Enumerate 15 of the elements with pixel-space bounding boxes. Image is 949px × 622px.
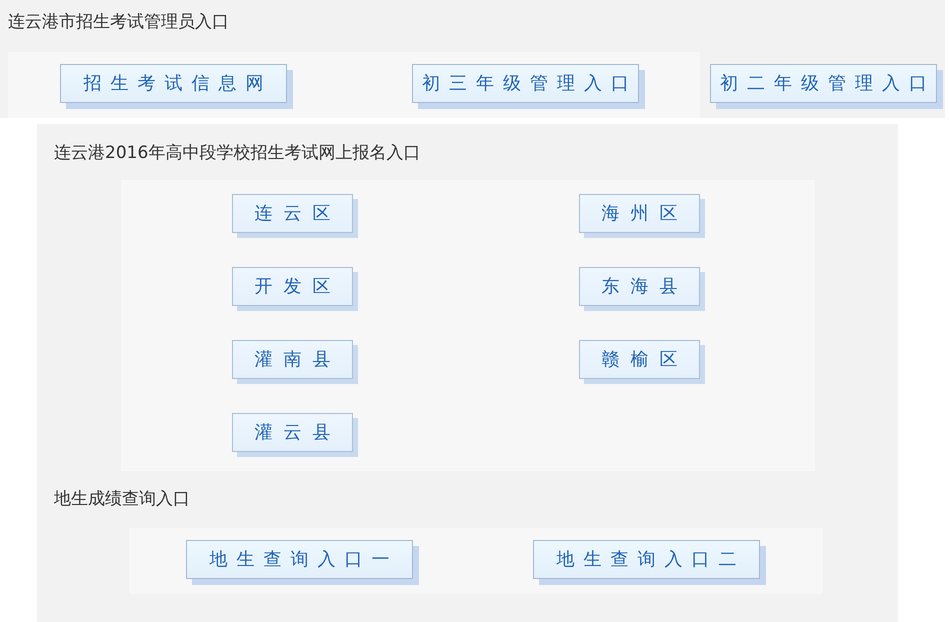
link-button[interactable]: 东海县 bbox=[579, 267, 705, 311]
section-title: 连云港市招生考试管理员入口 bbox=[7, 11, 230, 34]
link-button[interactable]: 开发区 bbox=[232, 267, 358, 311]
link-button[interactable]: 连云区 bbox=[232, 194, 358, 238]
link-button[interactable]: 地生查询入口一 bbox=[186, 540, 419, 585]
section-title: 连云港2016年高中段学校招生考试网上报名入口 bbox=[53, 142, 422, 165]
link-button[interactable]: 灌云县 bbox=[232, 413, 358, 457]
link-button[interactable]: 赣榆区 bbox=[579, 340, 705, 384]
link-button[interactable]: 初二年级管理入口 bbox=[710, 64, 943, 109]
link-button[interactable]: 海州区 bbox=[579, 194, 705, 238]
link-button[interactable]: 初三年级管理入口 bbox=[412, 64, 645, 109]
link-button[interactable]: 地生查询入口二 bbox=[533, 540, 766, 585]
section-title: 地生成绩查询入口 bbox=[53, 488, 191, 511]
link-button[interactable]: 招生考试信息网 bbox=[60, 64, 293, 109]
link-button[interactable]: 灌南县 bbox=[232, 340, 358, 384]
